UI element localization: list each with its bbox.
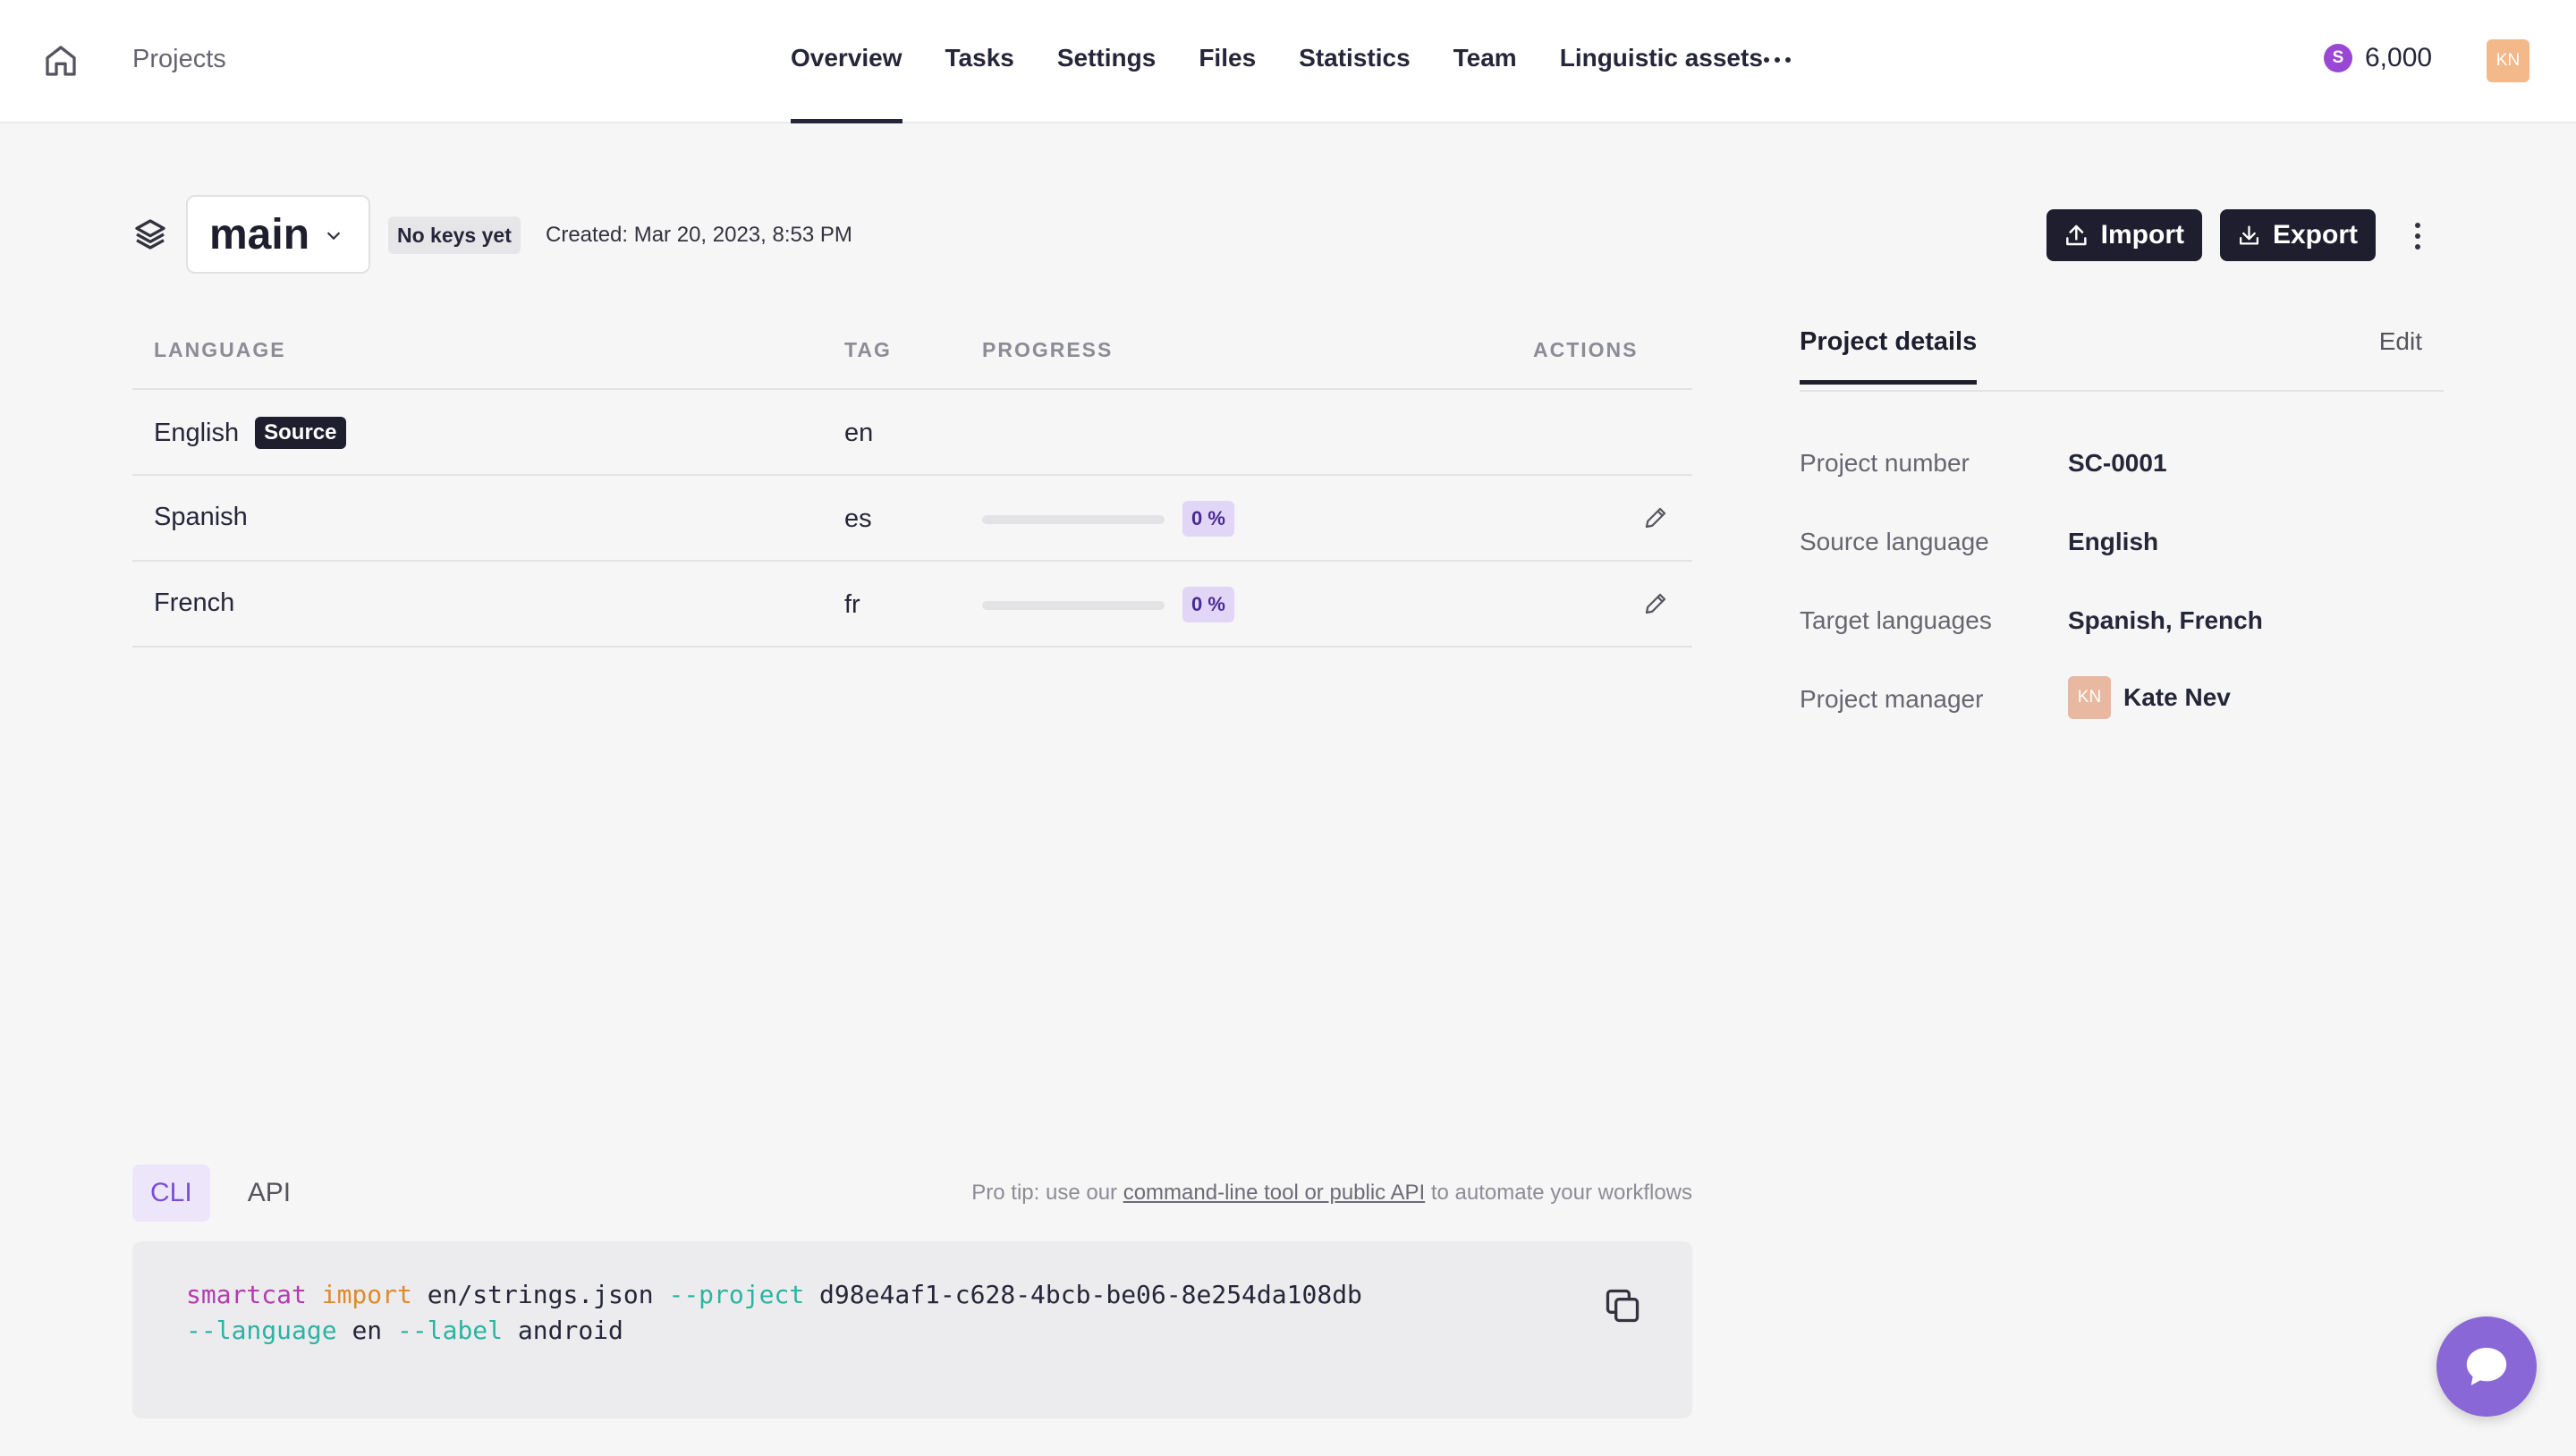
pencil-icon[interactable] (1642, 504, 1669, 531)
tab-settings[interactable]: Settings (1057, 0, 1156, 123)
tab-statistics[interactable]: Statistics (1299, 0, 1411, 123)
tab-team[interactable]: Team (1453, 0, 1517, 123)
language-tag: en (844, 419, 874, 447)
code-language: en (352, 1316, 383, 1345)
column-language: LANGUAGE (154, 338, 286, 361)
pro-tip-suffix: to automate your workflows (1430, 1181, 1692, 1205)
avatar: KN (2068, 676, 2111, 719)
chat-button[interactable] (2436, 1316, 2537, 1417)
detail-key: Source language (1800, 528, 1989, 555)
project-tabs: Overview Tasks Settings Files Statistics… (791, 0, 1806, 123)
copy-icon[interactable] (1603, 1286, 1642, 1325)
pro-tip: Pro tip: use our command-line tool or pu… (971, 1181, 1692, 1206)
detail-key: Project number (1800, 449, 1970, 477)
tab-files[interactable]: Files (1199, 0, 1256, 123)
branch-name: main (209, 210, 310, 258)
progress-bar (982, 515, 1165, 524)
column-progress: PROGRESS (982, 338, 1114, 361)
code-flag-label: --label (397, 1316, 504, 1345)
progress-bar (982, 601, 1165, 610)
table-row[interactable]: French fr 0 % (132, 562, 1692, 648)
code-line-2: --language en --label android (186, 1313, 1639, 1349)
code-file: en/strings.json (427, 1280, 654, 1309)
column-tag: TAG (844, 338, 892, 361)
tab-linguistic-assets[interactable]: Linguistic assets (1560, 0, 1763, 123)
layers-icon (135, 219, 165, 250)
table-row[interactable]: Spanish es 0 % (132, 476, 1692, 562)
detail-key: Target languages (1800, 606, 1992, 634)
tab-tasks[interactable]: Tasks (945, 0, 1014, 123)
project-manager-name: Kate Nev (2123, 683, 2231, 711)
export-label: Export (2272, 220, 2358, 250)
code-subcommand: import (321, 1280, 412, 1309)
top-navigation-bar: Projects Overview Tasks Settings Files S… (0, 0, 2576, 123)
chevron-down-icon (326, 232, 341, 241)
detail-key: Project manager (1800, 685, 1984, 713)
more-vertical-icon[interactable] (2404, 218, 2431, 254)
code-flag-language: --language (186, 1316, 337, 1345)
chat-bubble-icon (2466, 1348, 2507, 1385)
pencil-icon[interactable] (1642, 590, 1669, 617)
code-command: smartcat (186, 1280, 307, 1309)
upload-icon (2066, 224, 2087, 246)
import-label: Import (2100, 220, 2184, 250)
download-icon (2239, 225, 2259, 245)
branch-selector[interactable]: main (186, 195, 370, 274)
table-row[interactable]: English Source en (132, 390, 1692, 476)
import-button[interactable]: Import (2046, 209, 2202, 261)
language-tag: fr (844, 590, 860, 619)
code-project-id: d98e4af1-c628-4bcb-be06-8e254da108db (819, 1280, 1362, 1309)
code-flag-project: --project (668, 1280, 805, 1309)
code-label: android (517, 1316, 623, 1345)
keys-status-badge: No keys yet (388, 216, 521, 254)
pro-tip-link[interactable]: command-line tool or public API (1123, 1181, 1426, 1205)
export-button[interactable]: Export (2220, 209, 2376, 261)
language-name: French (154, 588, 235, 617)
language-cell: English Source (154, 417, 346, 449)
tab-cli[interactable]: CLI (132, 1164, 210, 1222)
more-horizontal-icon[interactable] (1762, 54, 1792, 66)
credits-value: 6,000 (2365, 43, 2433, 72)
language-cell: French (154, 588, 234, 618)
detail-value: Spanish, French (2068, 606, 2263, 634)
language-name: Spanish (154, 503, 248, 531)
code-line-1: smartcat import en/strings.json --projec… (186, 1277, 1639, 1313)
table-header: LANGUAGE TAG PROGRESS ACTIONS (132, 317, 1692, 390)
languages-table: LANGUAGE TAG PROGRESS ACTIONS English So… (132, 317, 1692, 648)
tab-api[interactable]: API (230, 1164, 309, 1222)
language-cell: Spanish (154, 503, 248, 532)
cli-command-box[interactable]: smartcat import en/strings.json --projec… (132, 1241, 1692, 1418)
code-tabs: CLI API (132, 1164, 328, 1222)
language-name: English (154, 418, 240, 447)
credit-coin-icon: S (2324, 44, 2352, 72)
language-tag: es (844, 504, 872, 533)
project-manager[interactable]: KN Kate Nev (2068, 676, 2231, 719)
detail-value: English (2068, 528, 2159, 555)
details-tabs: Project details Edit (1800, 317, 2444, 392)
tab-overview[interactable]: Overview (791, 0, 902, 123)
tab-project-details[interactable]: Project details (1800, 327, 1978, 385)
home-icon[interactable] (43, 43, 79, 79)
pro-tip-prefix: Pro tip: use our (971, 1181, 1118, 1205)
edit-details-link[interactable]: Edit (2379, 327, 2422, 356)
column-actions: ACTIONS (1533, 338, 1639, 361)
detail-value: SC-0001 (2068, 449, 2167, 477)
project-details-panel: Project details Edit Project number SC-0… (1800, 317, 2444, 719)
breadcrumb-projects[interactable]: Projects (132, 45, 226, 74)
user-avatar[interactable]: KN (2487, 39, 2529, 82)
source-badge: Source (255, 417, 346, 449)
progress-percent: 0 % (1182, 501, 1234, 537)
created-date: Created: Mar 20, 2023, 8:53 PM (546, 223, 852, 247)
progress-percent: 0 % (1182, 587, 1234, 622)
credits-balance[interactable]: S 6,000 (2324, 43, 2432, 73)
